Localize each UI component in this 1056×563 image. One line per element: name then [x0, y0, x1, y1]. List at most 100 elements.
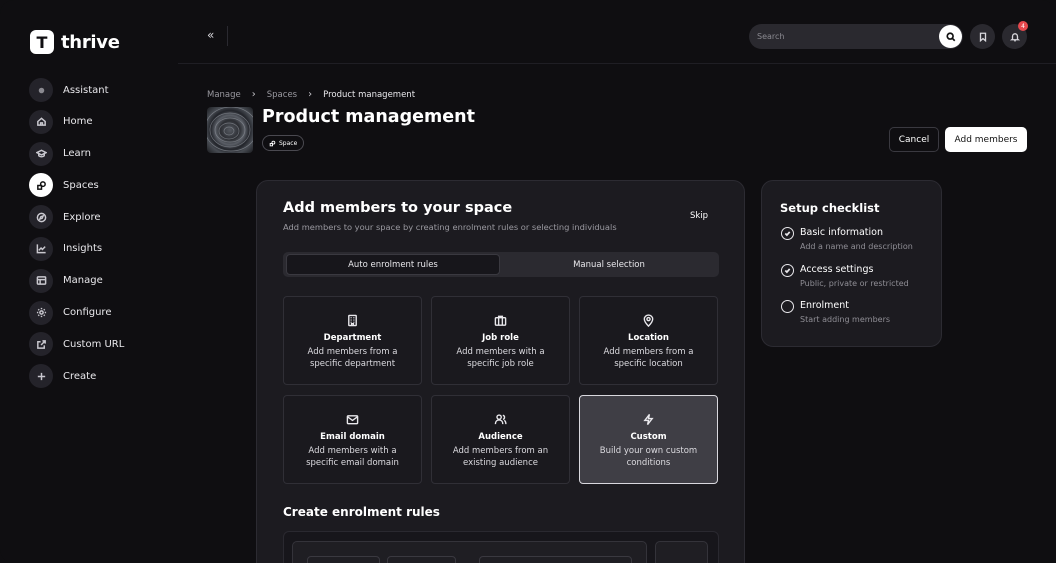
checklist-item-enrolment: Enrolment Start adding members — [781, 300, 890, 324]
external-link-icon — [29, 332, 53, 357]
space-type-label: Space — [279, 139, 298, 147]
option-description: Add members from a specific location — [603, 346, 694, 369]
app-window: T thrive Assistant Home Learn Spaces Exp… — [0, 0, 1056, 563]
rule-field-select[interactable] — [307, 556, 380, 563]
sidebar-item-create[interactable]: Create — [29, 364, 124, 389]
checklist-item-access-settings: Access settings Public, private or restr… — [781, 264, 909, 288]
rule-operator-select[interactable] — [387, 556, 456, 563]
logo-mark: T — [30, 30, 54, 54]
sidebar-item-label: Assistant — [63, 84, 109, 96]
sidebar-item-label: Custom URL — [63, 338, 125, 350]
option-description: Add members from a specific department — [307, 346, 398, 369]
option-description: Build your own custom conditions — [599, 445, 698, 468]
cancel-button[interactable]: Cancel — [889, 127, 939, 152]
checklist-item-description: Add a name and description — [800, 242, 913, 251]
notifications-button[interactable]: 4 — [1002, 21, 1028, 49]
sidebar-item-manage[interactable]: Manage — [29, 268, 124, 293]
map-pin-icon — [643, 313, 654, 327]
building-icon — [348, 314, 357, 326]
option-title: Audience — [478, 431, 523, 442]
sidebar-item-assistant[interactable]: Assistant — [29, 78, 124, 102]
option-location[interactable]: Location Add members from a specific loc… — [579, 296, 718, 385]
mail-icon — [346, 414, 359, 424]
card-title: Add members to your space — [283, 200, 513, 216]
tab-auto-enrolment-rules[interactable]: Auto enrolment rules — [286, 254, 500, 275]
option-title: Job role — [482, 332, 519, 343]
spaces-icon — [269, 140, 276, 146]
logo-text: thrive — [61, 31, 120, 53]
enrolment-rules-builder — [283, 531, 719, 563]
divider — [227, 26, 228, 46]
graduation-cap-icon — [29, 141, 53, 166]
sidebar-item-custom-url[interactable]: Custom URL — [29, 332, 125, 357]
manage-icon — [29, 268, 53, 293]
skip-button[interactable]: Skip — [690, 211, 708, 221]
sidebar-item-label: Insights — [63, 243, 103, 255]
option-job-role[interactable]: Job role Add members with a specific job… — [431, 296, 570, 385]
checklist-item-description: Public, private or restricted — [800, 279, 909, 288]
rule-actions[interactable] — [655, 541, 708, 563]
breadcrumb-item-spaces[interactable]: Spaces — [267, 90, 297, 100]
search-input[interactable] — [757, 32, 927, 41]
chevron-right-icon: › — [308, 89, 313, 100]
check-circle-icon — [781, 227, 794, 240]
option-description: Add members from an existing audience — [452, 445, 549, 468]
sidebar-item-explore[interactable]: Explore — [29, 205, 124, 230]
breadcrumb: Manage › Spaces › Product management — [207, 89, 415, 100]
check-circle-icon — [781, 264, 794, 277]
rules-section-title: Create enrolment rules — [283, 505, 440, 519]
breadcrumb-item-manage[interactable]: Manage — [207, 90, 241, 100]
option-email-domain[interactable]: Email domain Add members with a specific… — [283, 395, 422, 484]
sidebar-item-spaces[interactable]: Spaces — [29, 173, 124, 198]
checklist-item-title: Access settings — [800, 264, 874, 275]
assistant-icon — [29, 78, 53, 102]
bell-icon — [1009, 32, 1020, 41]
empty-circle-icon — [781, 300, 794, 313]
sidebar-item-home[interactable]: Home — [29, 109, 124, 134]
checklist-item-title: Basic information — [800, 227, 883, 238]
briefcase-icon — [494, 315, 507, 326]
collapse-sidebar-button[interactable]: « — [207, 28, 214, 42]
sidebar-item-label: Explore — [63, 211, 101, 223]
tab-manual-selection[interactable]: Manual selection — [502, 254, 716, 275]
checklist-item-title: Enrolment — [800, 300, 850, 311]
compass-icon — [29, 205, 53, 230]
rule-value-input[interactable] — [479, 556, 632, 563]
card-subtitle: Add members to your space by creating en… — [283, 222, 617, 232]
bookmark-button[interactable] — [970, 24, 995, 49]
page-title: Product management — [262, 107, 475, 127]
checklist-item-basic-information: Basic information Add a name and descrip… — [781, 227, 913, 251]
option-title: Location — [628, 332, 669, 343]
search-bar — [749, 24, 963, 49]
chart-icon — [29, 236, 53, 261]
sidebar-item-configure[interactable]: Configure — [29, 300, 124, 325]
header-divider — [178, 63, 1056, 64]
bookmark-icon — [979, 32, 986, 42]
notification-badge: 4 — [1018, 21, 1028, 31]
chevron-right-icon: › — [251, 89, 256, 100]
sidebar-item-label: Learn — [63, 148, 91, 160]
lightning-icon — [643, 413, 654, 425]
option-title: Email domain — [320, 431, 385, 442]
search-button[interactable] — [939, 25, 962, 48]
setup-checklist: Setup checklist Basic information Add a … — [761, 180, 942, 347]
home-icon — [29, 109, 53, 134]
users-icon — [494, 413, 507, 424]
checklist-title: Setup checklist — [780, 201, 880, 215]
sidebar-item-learn[interactable]: Learn — [29, 141, 124, 166]
space-type-badge: Space — [262, 135, 305, 151]
logo[interactable]: T thrive — [30, 30, 120, 54]
space-thumbnail — [207, 107, 253, 153]
sidebar-item-insights[interactable]: Insights — [29, 236, 124, 261]
option-department[interactable]: Department Add members from a specific d… — [283, 296, 422, 385]
sidebar-item-label: Manage — [63, 275, 103, 287]
option-custom[interactable]: Custom Build your own custom conditions — [579, 395, 718, 484]
sidebar-item-label: Configure — [63, 307, 112, 319]
option-title: Custom — [630, 431, 667, 442]
checklist-item-description: Start adding members — [800, 315, 891, 324]
option-audience[interactable]: Audience Add members from an existing au… — [431, 395, 570, 484]
enrolment-tabs: Auto enrolment rules Manual selection — [283, 252, 719, 277]
sidebar-item-label: Spaces — [63, 179, 99, 191]
add-members-button[interactable]: Add members — [945, 127, 1027, 152]
plus-icon — [29, 364, 53, 389]
